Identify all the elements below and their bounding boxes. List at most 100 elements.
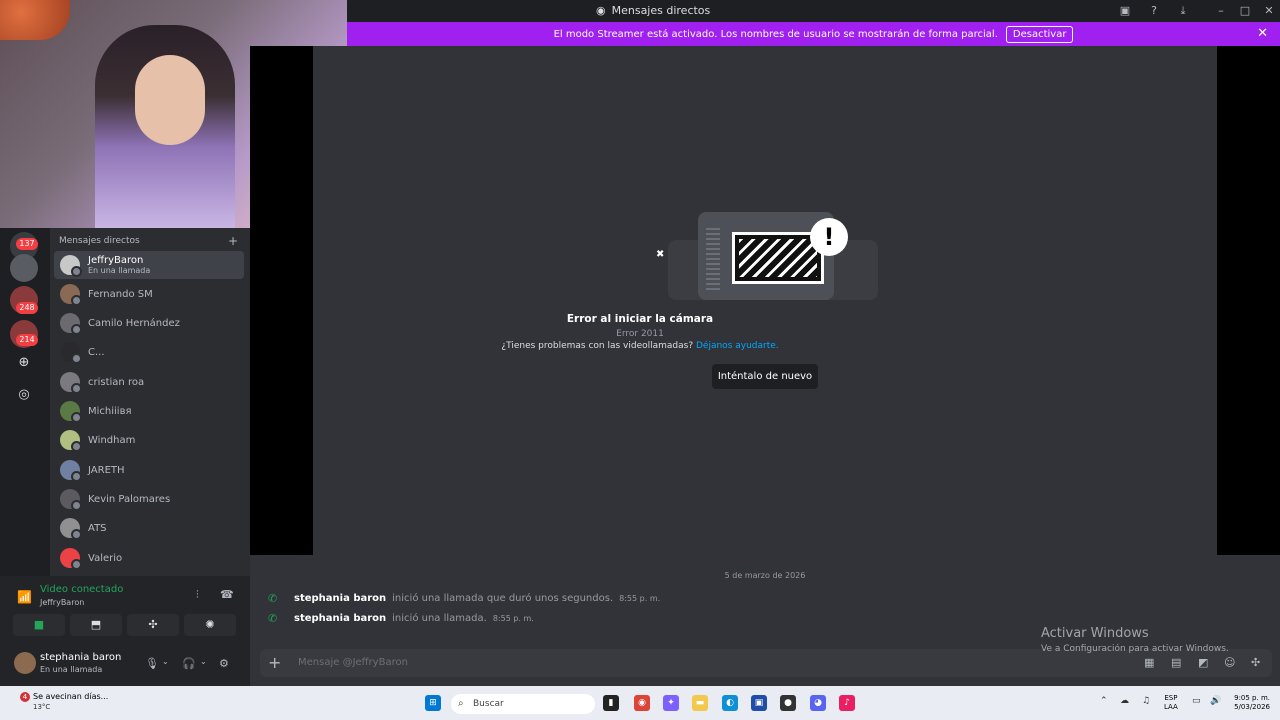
attach-icon[interactable]: + <box>268 653 281 672</box>
activate-windows-watermark: Activar Windows Ve a Configuración para … <box>1041 626 1229 654</box>
date-divider: 5 de marzo de 2026 <box>724 571 806 580</box>
search-icon: ⌕ <box>458 698 464 709</box>
apps-icon[interactable]: ✣ <box>1251 656 1260 669</box>
edge-icon[interactable]: ◐ <box>722 695 738 711</box>
gif-icon[interactable]: ▤ <box>1171 656 1181 669</box>
avatar <box>60 548 82 570</box>
title-bar: ◉ Mensajes directos ▣ ? ⤓ – □ ✕ <box>347 0 1280 22</box>
file-explorer-icon[interactable]: ▬ <box>692 695 708 711</box>
screen-share-button[interactable]: ⬒ <box>70 614 122 636</box>
settings-icon[interactable]: ⚙ <box>219 657 229 670</box>
obs-icon[interactable]: ● <box>780 695 796 711</box>
error-code: Error 2011 <box>616 329 664 339</box>
system-clock[interactable]: 9:05 p. m. 5/03/2026 <box>1228 694 1270 712</box>
chevron-up-icon[interactable]: ⌃ <box>1100 696 1108 706</box>
gift-icon[interactable]: ▦ <box>1144 656 1154 669</box>
dm-item[interactable]: cristian roa <box>54 368 244 396</box>
inbox-icon[interactable]: ▣ <box>1117 3 1133 19</box>
streamer-face <box>135 55 205 145</box>
emoji-icon[interactable]: ☺ <box>1224 656 1235 669</box>
weather-widget[interactable]: Se avecinan días... 13°C <box>33 692 108 711</box>
help-icon[interactable]: ? <box>1146 3 1162 19</box>
avatar <box>60 401 82 423</box>
chevron-down-icon[interactable]: ⌄ <box>200 657 207 666</box>
retry-button[interactable]: Inténtalo de nuevo <box>712 364 818 389</box>
voice-channel: JeffryBaron <box>40 598 85 607</box>
dm-item[interactable]: Valerio <box>54 544 244 572</box>
dm-item[interactable]: Windham <box>54 426 244 454</box>
chevron-down-icon[interactable]: ⌄ <box>162 657 169 666</box>
dm-list-header: Mensajes directos <box>59 236 140 246</box>
close-window-button[interactable]: ✕ <box>1261 3 1277 19</box>
store-icon[interactable]: ▣ <box>751 695 767 711</box>
deactivate-button[interactable]: Desactivar <box>1005 25 1074 43</box>
camera-grill <box>706 228 720 290</box>
taskbar-search[interactable]: ⌕ Buscar <box>451 694 595 714</box>
windows-start-icon[interactable]: ⊞ <box>425 695 441 711</box>
username: stephania baron <box>40 652 122 663</box>
list-item: ✆ stephania baron inició una llamada que… <box>268 592 661 605</box>
microphone-icon[interactable]: 🎙 <box>145 657 159 670</box>
error-title: Error al iniciar la cámara <box>566 313 714 325</box>
dm-item[interactable]: Kevin Palomares <box>54 485 244 513</box>
onedrive-icon[interactable]: ☁ <box>1120 696 1129 706</box>
message-input[interactable]: Mensaje @JeffryBaron <box>298 657 408 668</box>
warning-icon: ! <box>810 218 848 256</box>
weather-badge: 4 <box>20 692 30 702</box>
tiktok-icon[interactable]: ♪ <box>839 695 855 711</box>
dm-item[interactable]: Fernando SM <box>54 280 244 308</box>
avatar[interactable] <box>14 652 36 674</box>
noise-suppression-icon[interactable]: ⫶ <box>196 588 199 602</box>
task-view-icon[interactable]: ▮ <box>603 695 619 711</box>
activities-button[interactable]: ✣ <box>127 614 179 636</box>
network-icon[interactable]: ▭ <box>1192 696 1201 706</box>
copilot-icon[interactable]: ✦ <box>663 695 679 711</box>
phone-icon: ✆ <box>268 612 278 625</box>
new-dm-icon[interactable]: + <box>228 234 238 248</box>
avatar <box>60 460 82 482</box>
list-item: ✆ stephania baron inició una llamada. 8:… <box>268 612 534 625</box>
sticker-icon[interactable]: ◩ <box>1198 656 1208 669</box>
dm-item-jeffrybaron[interactable]: JeffryBaron En una llamada <box>54 251 244 279</box>
dm-item[interactable]: JARETH <box>54 456 244 484</box>
voice-connection-panel: 📶 Video conectado JeffryBaron ⫶ ☎ ■ ⬒ ✣ … <box>0 576 250 642</box>
avatar <box>60 255 82 277</box>
user-panel: stephania baron En una llamada 🎙 ⌄ 🎧 ⌄ ⚙ <box>0 642 250 686</box>
avatar <box>60 430 82 452</box>
add-server-icon[interactable]: ⊕ <box>17 356 31 370</box>
dm-item[interactable]: Michiiiвя <box>54 397 244 425</box>
disconnect-icon[interactable]: ☎ <box>220 588 234 601</box>
camera-button[interactable]: ■ <box>13 614 65 636</box>
streamer-mode-banner: El modo Streamer está activado. Los nomb… <box>347 22 1280 46</box>
camera-error-illustration: ! <box>668 212 878 304</box>
volume-icon[interactable]: 🔊 <box>1210 696 1221 706</box>
minimize-button[interactable]: – <box>1213 3 1229 19</box>
signal-icon[interactable]: 📶 <box>17 590 32 604</box>
discord-icon[interactable]: ◕ <box>810 695 826 711</box>
close-x-decoration: ✖ <box>656 249 665 260</box>
server-rail: 137 248 214 ⊕ ◎ <box>0 228 50 576</box>
headset-icon[interactable]: 🎧 <box>182 657 196 670</box>
server-icon[interactable] <box>10 254 38 282</box>
taskbar: 4 Se avecinan días... 13°C ⊞ ⌕ Buscar ▮ … <box>0 686 1280 720</box>
voice-status[interactable]: Video conectado <box>40 584 123 595</box>
avatar <box>60 284 82 306</box>
avatar <box>60 518 82 540</box>
maximize-button[interactable]: □ <box>1237 3 1253 19</box>
soundboard-button[interactable]: ✺ <box>184 614 236 636</box>
mic-tray-icon[interactable]: ♫ <box>1142 696 1150 706</box>
window-title: ◉ Mensajes directos <box>596 4 711 17</box>
plush-toy <box>0 0 70 40</box>
unread-badge: 137 <box>16 238 38 250</box>
chat-area: 5 de marzo de 2026 ✆ stephania baron ini… <box>250 555 1280 686</box>
dm-list: Mensajes directos + JeffryBaron En una l… <box>50 228 250 576</box>
download-icon[interactable]: ⤓ <box>1175 3 1191 19</box>
language-indicator[interactable]: ESP LAA <box>1164 694 1178 712</box>
help-link[interactable]: Déjanos ayudarte. <box>696 341 779 351</box>
error-help: ¿Tienes problemas con las videollamadas?… <box>501 341 779 351</box>
dm-item[interactable]: ATS <box>54 514 244 542</box>
explore-icon[interactable]: ◎ <box>17 388 31 402</box>
user-status: En una llamada <box>40 665 103 674</box>
close-icon[interactable]: ✕ <box>1257 26 1268 41</box>
chrome-icon[interactable]: ◉ <box>634 695 650 711</box>
